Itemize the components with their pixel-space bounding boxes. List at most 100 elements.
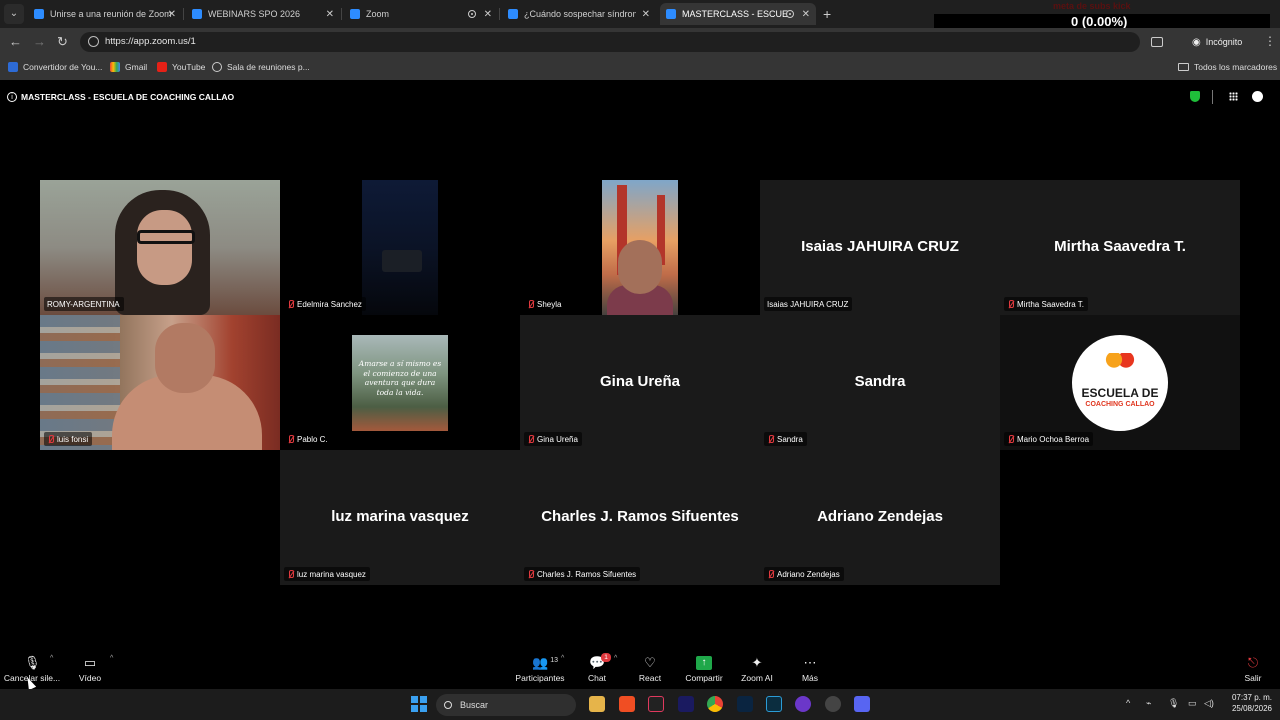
vscode-icon[interactable]: [766, 696, 782, 712]
obs-icon[interactable]: [795, 696, 811, 712]
video-tile-mario[interactable]: ESCUELA DE COACHING CALLAO Mario Ochoa B…: [1000, 315, 1240, 450]
video-tile-sheyla[interactable]: Sheyla: [520, 180, 760, 315]
tab-search-button[interactable]: ⌄: [4, 4, 24, 24]
tray-display-icon[interactable]: ▭: [1188, 698, 1197, 709]
browser-tabstrip: ⌄ Unirse a una reunión de Zoom ✕ WEBINAR…: [0, 0, 1280, 42]
meeting-controls: 🎙 Cancelar sile... ^ ▭ Vídeo ^ 👥 13 Parti…: [0, 652, 1280, 688]
zoom-favicon-icon: [350, 9, 360, 19]
close-icon[interactable]: ✕: [168, 9, 176, 20]
tab-webinars[interactable]: WEBINARS SPO 2026 ✕: [186, 3, 340, 25]
premiere-icon[interactable]: [678, 696, 694, 712]
participants-chevron-icon[interactable]: ^: [561, 655, 564, 662]
participant-display-name: Mirtha Saavedra T.: [1054, 238, 1186, 255]
reload-icon[interactable]: ↻: [57, 34, 68, 50]
tab-sindrome[interactable]: ¿Cuándo sospechar síndrome m ✕: [502, 3, 656, 25]
brave-icon[interactable]: [619, 696, 635, 712]
bookmarks-bar: Convertidor de You... Gmail YouTube Sala…: [0, 56, 1280, 80]
tab-masterclass[interactable]: MASTERCLASS - ESCUELA I ✕: [660, 3, 816, 25]
share-screen-icon: ↑: [696, 656, 712, 670]
tray-chevron-icon[interactable]: ^: [1126, 698, 1130, 708]
video-tile-romy[interactable]: ROMY-ARGENTINA: [40, 180, 280, 315]
mic-muted-icon: [767, 434, 774, 444]
close-icon[interactable]: ✕: [802, 9, 810, 20]
participant-video: [40, 315, 280, 450]
chat-chevron-icon[interactable]: ^: [614, 655, 617, 662]
tab-zoom[interactable]: Zoom ✕: [344, 3, 498, 25]
video-tile-charles[interactable]: Charles J. Ramos Sifuentes Charles J. Ra…: [520, 450, 760, 585]
video-tile-luz[interactable]: luz marina vasquez luz marina vasquez: [280, 450, 520, 585]
more-button[interactable]: ⋯ Más: [778, 656, 842, 684]
participant-video: Amarse a sí mismo es el comienzo de una …: [352, 335, 448, 431]
zoom-favicon-icon: [508, 9, 518, 19]
glasses-icon: [137, 230, 195, 244]
view-grid-icon[interactable]: [1229, 92, 1238, 101]
taskbar-clock[interactable]: 07:37 p. m. 25/08/2026: [1222, 692, 1272, 714]
participant-label: Sandra: [764, 432, 807, 446]
photoshop-icon[interactable]: [737, 696, 753, 712]
divider: [1212, 90, 1213, 104]
meeting-chat-icon[interactable]: [1252, 91, 1263, 102]
address-bar[interactable]: https://app.zoom.us/1: [80, 32, 1140, 52]
youtube-icon: [157, 62, 167, 72]
video-tile-adriano[interactable]: Adriano Zendejas Adriano Zendejas: [760, 450, 1000, 585]
file-explorer-icon[interactable]: [589, 696, 605, 712]
mic-muted-icon: [527, 434, 534, 444]
tray-network-icon[interactable]: ⌁: [1146, 698, 1151, 709]
video-options-chevron-icon[interactable]: ^: [110, 655, 113, 662]
all-bookmarks-button[interactable]: Todos los marcadores: [1178, 62, 1277, 72]
browser-menu-icon[interactable]: ⋮: [1264, 34, 1276, 48]
new-tab-button[interactable]: +: [823, 6, 831, 22]
video-tile-edelmira[interactable]: Edelmira Sanchez: [280, 180, 520, 315]
participant-label: Pablo C.: [284, 432, 332, 446]
close-icon[interactable]: ✕: [642, 9, 650, 20]
url-text[interactable]: https://app.zoom.us/1: [105, 36, 196, 47]
tiktok-icon[interactable]: [648, 696, 664, 712]
participant-label: Sheyla: [524, 297, 566, 311]
participants-icon: 👥 13: [532, 655, 558, 670]
video-tile-sandra[interactable]: Sandra Sandra: [760, 315, 1000, 450]
gmail-icon: [110, 62, 120, 72]
chat-icon: 💬 1: [589, 653, 611, 670]
incognito-button[interactable]: ◉ Incógnito: [1184, 32, 1250, 52]
participant-display-name: Gina Ureña: [599, 373, 681, 390]
info-icon[interactable]: i: [7, 92, 17, 102]
people-logo-icon: [1105, 353, 1135, 375]
leave-door-icon: ⎋: [1247, 655, 1259, 670]
bookmark-gmail[interactable]: Gmail: [110, 62, 147, 72]
tray-volume-icon[interactable]: ◁): [1204, 698, 1214, 709]
side-panel-icon[interactable]: [1151, 37, 1163, 47]
leave-button[interactable]: ⎋ Salir: [1221, 655, 1280, 684]
taskbar-search[interactable]: Buscar: [436, 694, 576, 716]
mic-muted-icon: [287, 434, 294, 444]
discord-icon[interactable]: [854, 696, 870, 712]
close-icon[interactable]: ✕: [484, 9, 492, 20]
site-info-icon[interactable]: [88, 36, 99, 47]
mic-muted-icon: [527, 299, 534, 309]
bookmark-youtube[interactable]: YouTube: [157, 62, 205, 72]
video-tile-pablo[interactable]: Amarse a sí mismo es el comienzo de una …: [280, 315, 520, 450]
video-tile-mirtha[interactable]: Mirtha Saavedra T. Mirtha Saavedra T.: [1000, 180, 1240, 315]
mic-muted-icon: [47, 434, 54, 444]
meeting-title: MASTERCLASS - ESCUELA DE COACHING CALLAO: [21, 92, 235, 102]
video-tile-isaias[interactable]: Isaias JAHUIRA CRUZ Isaias JAHUIRA CRUZ: [760, 180, 1000, 315]
audio-options-chevron-icon[interactable]: ^: [50, 655, 53, 662]
windows-start-icon[interactable]: [411, 696, 427, 712]
tab-divider: [341, 8, 342, 20]
close-icon[interactable]: ✕: [326, 9, 334, 20]
settings-gear-icon[interactable]: [825, 696, 841, 712]
bookmark-convertidor[interactable]: Convertidor de You...: [8, 62, 102, 72]
video-tile-gina[interactable]: Gina Ureña Gina Ureña: [520, 315, 760, 450]
security-shield-icon[interactable]: [1190, 91, 1200, 102]
chrome-icon[interactable]: [707, 696, 723, 712]
back-icon[interactable]: ←: [9, 34, 22, 49]
participant-display-name: luz marina vasquez: [331, 508, 469, 525]
mic-muted-icon: [527, 569, 534, 579]
video-tile-luis[interactable]: luis fonsi: [40, 315, 280, 450]
bookmark-sala[interactable]: Sala de reuniones p...: [212, 62, 310, 72]
convertidor-icon: [8, 62, 18, 72]
participant-label: Mirtha Saavedra T.: [1004, 297, 1088, 311]
tray-mic-icon[interactable]: 🎙: [1168, 698, 1179, 709]
tab-zoom-join[interactable]: Unirse a una reunión de Zoom ✕: [28, 3, 182, 25]
participant-label: luis fonsi: [44, 432, 93, 446]
forward-icon[interactable]: →: [33, 34, 46, 49]
